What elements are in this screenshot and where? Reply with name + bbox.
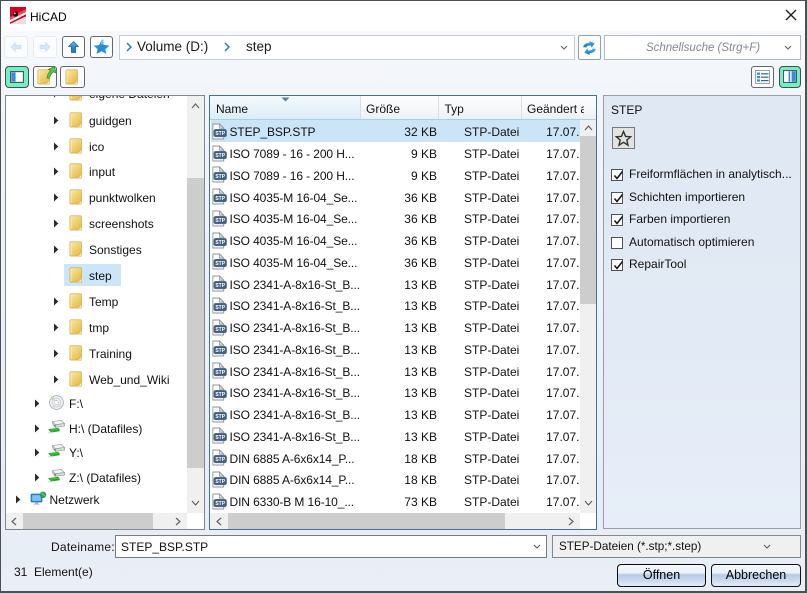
svg-text:STP: STP (215, 435, 225, 441)
svg-text:STP: STP (215, 174, 225, 180)
svg-text:STP: STP (215, 239, 225, 245)
svg-text:STP: STP (215, 152, 225, 158)
svg-text:STP: STP (215, 327, 225, 333)
svg-text:STP: STP (215, 457, 225, 463)
svg-text:STP: STP (215, 479, 225, 485)
svg-text:STP: STP (215, 283, 225, 289)
svg-text:STP: STP (215, 218, 225, 224)
svg-text:STP: STP (215, 370, 225, 376)
svg-text:STP: STP (215, 131, 225, 137)
svg-text:STP: STP (215, 392, 225, 398)
svg-text:STP: STP (215, 501, 225, 507)
svg-text:STP: STP (215, 196, 225, 202)
svg-text:STP: STP (215, 414, 225, 420)
svg-text:STP: STP (215, 261, 225, 267)
svg-text:STP: STP (215, 305, 225, 311)
svg-text:STP: STP (215, 348, 225, 354)
